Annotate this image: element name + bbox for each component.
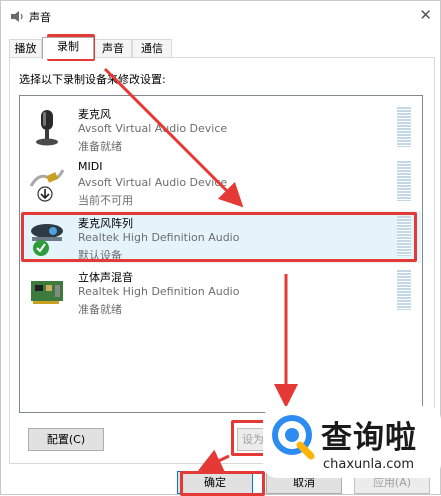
sound-card-icon — [31, 281, 63, 304]
device-status: 准备就绪 — [78, 303, 122, 316]
speaker-icon — [11, 11, 23, 22]
window-title: 声音 — [29, 11, 51, 24]
tab-recording[interactable]: 录制 — [42, 37, 94, 59]
watermark-url: chaxunla.com — [323, 457, 414, 472]
title-bar: 声音 ✕ — [1, 1, 441, 31]
device-item-stereo-mix[interactable]: 立体声混音 Realtek High Definition Audio 准备就绪 — [23, 265, 421, 317]
tab-communications[interactable]: 通信 — [132, 39, 172, 58]
tab-playback[interactable]: 播放 — [9, 39, 42, 58]
device-name: 麦克风 — [78, 108, 111, 121]
device-item-microphone[interactable]: 麦克风 Avsoft Virtual Audio Device 准备就绪 — [23, 102, 421, 154]
sound-dialog: 声音 ✕ 播放 录制 声音 通信 选择以下录制设备来修改设置: 麦克风 Avso… — [0, 0, 441, 496]
level-meter — [397, 161, 411, 201]
midi-cable-icon — [29, 169, 65, 202]
microphone-icon — [36, 110, 58, 146]
device-name: MIDI — [78, 160, 103, 173]
level-meter — [397, 107, 411, 147]
device-description: Avsoft Virtual Audio Device — [78, 176, 228, 189]
search-logo-icon — [272, 415, 315, 460]
highlight-ok-button — [180, 471, 265, 496]
device-description: Avsoft Virtual Audio Device — [78, 122, 228, 135]
tab-strip: 播放 录制 声音 通信 — [9, 37, 439, 59]
device-status: 准备就绪 — [78, 140, 122, 153]
highlight-mic-array — [21, 212, 417, 262]
instruction-text: 选择以下录制设备来修改设置: — [19, 73, 166, 86]
configure-button[interactable]: 配置(C) — [28, 428, 104, 451]
device-name: 立体声混音 — [78, 271, 133, 284]
watermark-name: 查询啦 — [321, 420, 417, 456]
close-button[interactable]: ✕ — [419, 7, 432, 23]
tab-sounds[interactable]: 声音 — [94, 39, 132, 58]
device-status: 当前不可用 — [78, 194, 133, 207]
level-meter — [397, 270, 411, 310]
device-item-midi[interactable]: MIDI Avsoft Virtual Audio Device 当前不可用 — [23, 156, 421, 208]
device-description: Realtek High Definition Audio — [78, 285, 240, 298]
watermark: 查询啦 chaxunla.com — [263, 406, 441, 478]
